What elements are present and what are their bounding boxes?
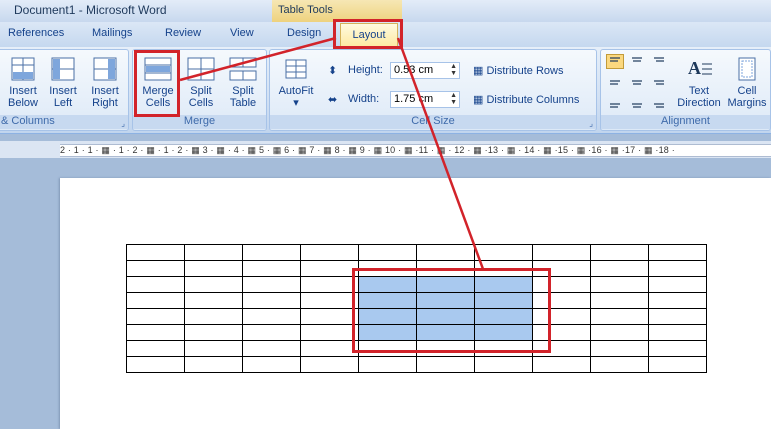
arrow-to-layout-tab bbox=[179, 36, 337, 82]
arrow-to-selection bbox=[396, 37, 485, 270]
annotation-arrows bbox=[179, 36, 485, 270]
